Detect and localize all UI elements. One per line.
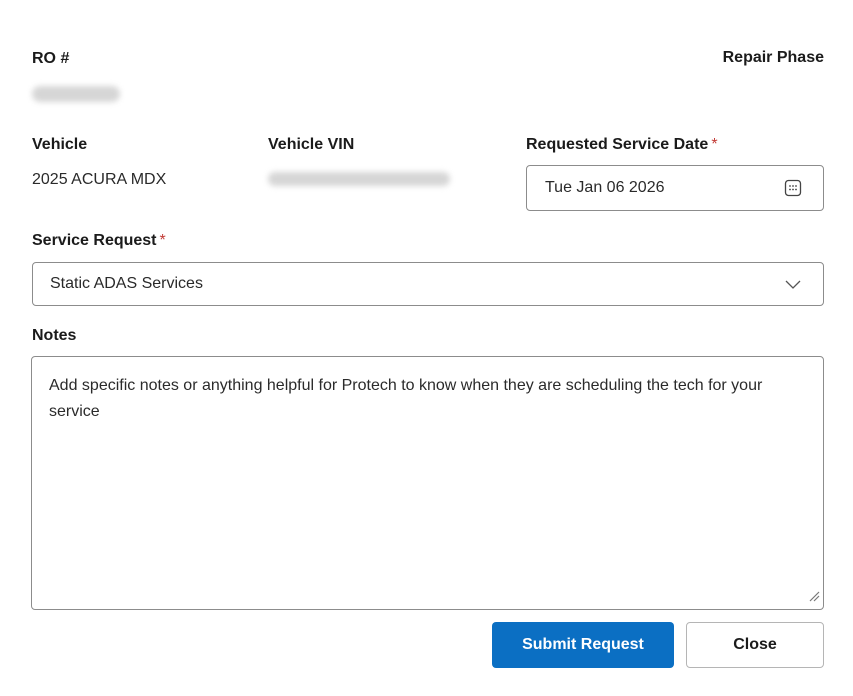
required-asterisk: *	[159, 232, 166, 249]
notes-label: Notes	[32, 327, 77, 344]
service-request-selected-value: Static ADAS Services	[50, 275, 203, 292]
submit-request-button[interactable]: Submit Request	[492, 622, 674, 668]
ro-label: RO #	[32, 50, 70, 67]
repair-phase-label: Repair Phase	[722, 49, 824, 66]
requested-service-date-label-text: Requested Service Date	[526, 136, 709, 153]
notes-placeholder: Add specific notes or anything helpful f…	[49, 377, 763, 420]
vehicle-value: 2025 ACURA MDX	[32, 171, 167, 188]
chevron-down-icon[interactable]	[784, 277, 802, 291]
service-date-input[interactable]: Tue Jan 06 2026	[526, 165, 824, 211]
service-request-label: Service Request *	[32, 232, 166, 250]
vehicle-label: Vehicle	[32, 136, 88, 153]
notes-textarea[interactable]: Add specific notes or anything helpful f…	[31, 356, 824, 610]
service-date-value: Tue Jan 06 2026	[545, 179, 665, 196]
vehicle-vin-label: Vehicle VIN	[268, 136, 355, 153]
resize-handle-icon[interactable]	[808, 589, 820, 602]
service-request-label-text: Service Request	[32, 232, 157, 249]
requested-service-date-label: Requested Service Date *	[526, 136, 718, 154]
calendar-icon[interactable]	[784, 179, 802, 197]
required-asterisk: *	[711, 136, 718, 153]
ro-value-redacted	[32, 86, 120, 102]
service-request-select[interactable]: Static ADAS Services	[32, 262, 824, 306]
close-button[interactable]: Close	[686, 622, 824, 668]
vehicle-vin-value-redacted	[268, 172, 450, 186]
